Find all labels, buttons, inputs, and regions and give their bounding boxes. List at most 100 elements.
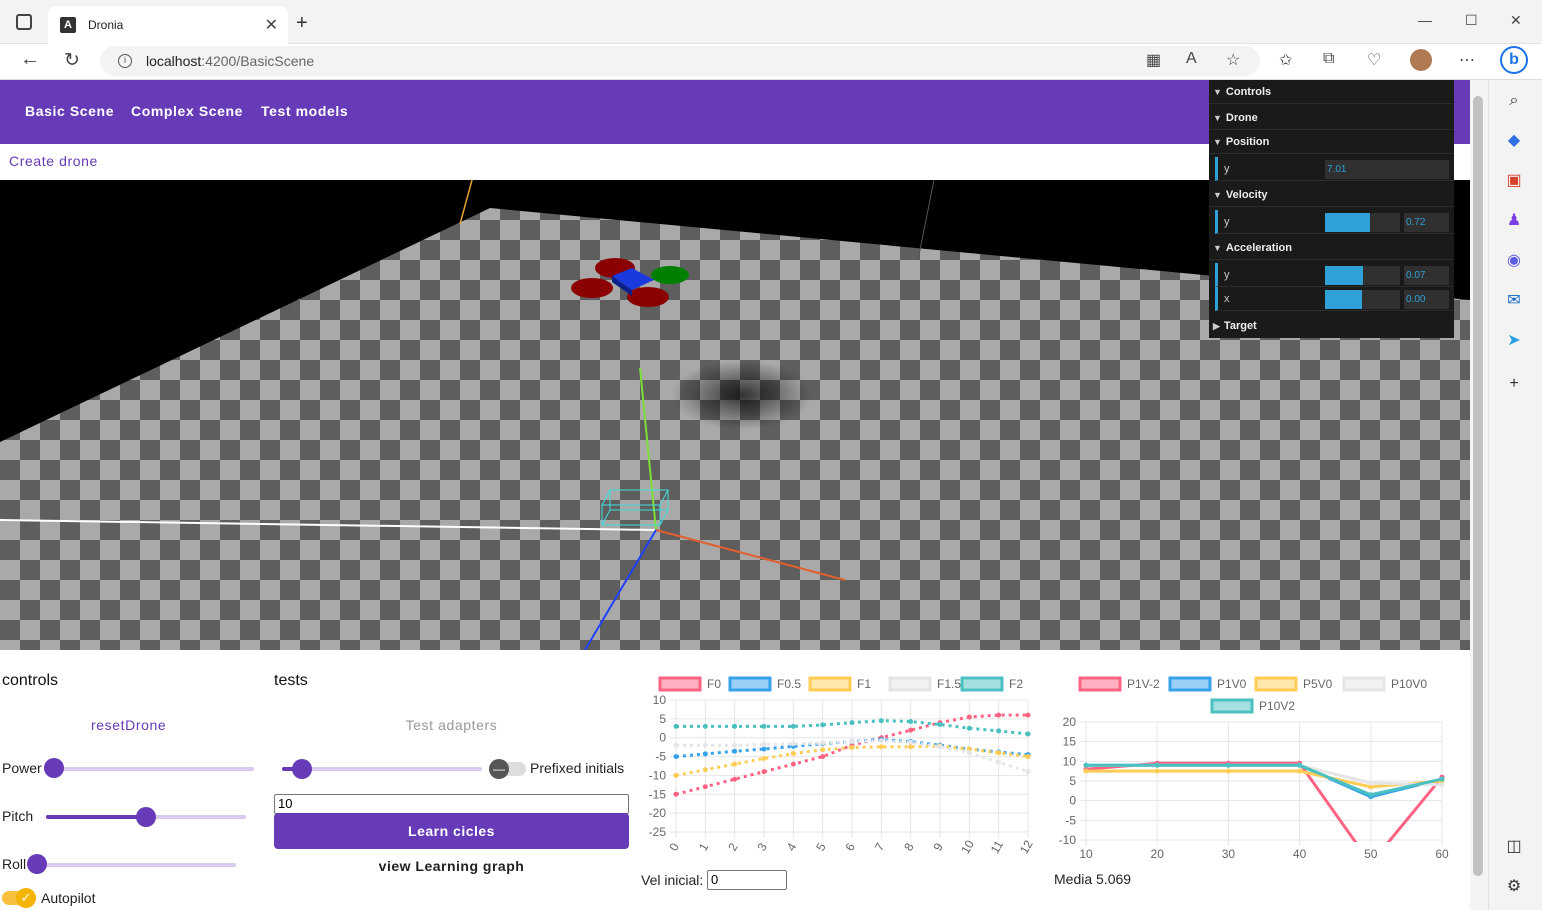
close-tab-icon[interactable]: ✕: [265, 15, 278, 35]
chevron-down-icon: ▼: [1213, 112, 1222, 123]
gui-acc-x-slider[interactable]: [1325, 290, 1400, 309]
tests-slider[interactable]: [282, 767, 482, 771]
series-line: [1085, 761, 1444, 842]
data-point: [761, 769, 767, 775]
x-tick-label: 30: [1222, 847, 1236, 861]
gui-drone-folder[interactable]: ▼ Drone: [1209, 106, 1454, 130]
shopping-icon[interactable]: ◆: [1503, 130, 1525, 152]
close-window-icon[interactable]: ✕: [1510, 12, 1522, 29]
minimize-icon[interactable]: —: [1418, 12, 1432, 28]
tools-icon[interactable]: ▣: [1503, 170, 1525, 192]
favorites-icon[interactable]: ✩: [1279, 50, 1292, 70]
performance-icon[interactable]: ♡: [1367, 50, 1381, 70]
profile-avatar[interactable]: [1410, 49, 1432, 71]
outlook-icon[interactable]: ✉: [1503, 290, 1525, 312]
roll-slider[interactable]: [30, 863, 236, 867]
gui-velocity-folder[interactable]: ▼ Velocity: [1209, 183, 1454, 207]
checkmark-icon[interactable]: ✓: [16, 888, 36, 908]
nav-basic-scene[interactable]: Basic Scene: [25, 103, 114, 119]
create-drone-link[interactable]: Create drone: [9, 153, 98, 169]
data-point: [1025, 731, 1031, 737]
tab-actions-icon[interactable]: [16, 14, 32, 30]
gui-velocity-y-value[interactable]: 0.72: [1404, 213, 1449, 232]
gui-drone-label: Drone: [1225, 111, 1258, 124]
nav-test-models[interactable]: Test models: [261, 103, 348, 119]
params-chart: P1V-2 P1V0 P5V0 P10V0 P10V2 20 15 10 5 0 -5 -10 10 20…: [1050, 672, 1460, 872]
gui-acc-x-label: x: [1224, 292, 1230, 305]
maximize-icon[interactable]: ☐: [1465, 12, 1478, 29]
legend-label: P1V-2: [1127, 677, 1160, 691]
microsoft365-icon[interactable]: ◉: [1503, 250, 1525, 272]
favorite-star-icon[interactable]: ☆: [1226, 50, 1240, 70]
x-tick-label: 40: [1293, 847, 1307, 861]
reset-drone-button[interactable]: resetDrone: [91, 717, 166, 733]
data-point: [1025, 769, 1031, 775]
x-tick-label: 10: [958, 837, 977, 856]
y-tick-label: -25: [649, 825, 667, 839]
legend-swatch: [960, 676, 1004, 692]
data-point: [732, 748, 738, 754]
x-tick-label: 2: [725, 840, 741, 853]
legend-swatch: [1210, 698, 1254, 714]
dat-gui-panel: ▼ Controls ▼ Drone ▼ Position y 7.01 ▼ Veloc…: [1209, 80, 1454, 338]
collections-icon[interactable]: ⧉: [1323, 50, 1334, 68]
cycles-input[interactable]: 10: [274, 794, 629, 814]
gui-target-folder[interactable]: ▶ Target: [1209, 314, 1454, 338]
data-point: [996, 750, 1002, 756]
y-tick-label: -10: [1059, 833, 1077, 847]
settings-gear-icon[interactable]: ⚙: [1503, 876, 1525, 898]
gui-acceleration-folder[interactable]: ▼ Acceleration: [1209, 236, 1454, 260]
view-learning-graph-button[interactable]: view Learning graph: [274, 858, 629, 874]
address-bar[interactable]: i localhost:4200/BasicScene: [100, 46, 1260, 76]
gui-velocity-y-slider[interactable]: [1325, 213, 1400, 232]
data-point: [761, 755, 767, 761]
data-point: [1368, 780, 1374, 786]
gui-acc-y-slider[interactable]: [1325, 266, 1400, 285]
power-slider-thumb[interactable]: [44, 758, 64, 778]
games-icon[interactable]: ♟: [1503, 210, 1525, 232]
refresh-icon[interactable]: ↻: [64, 49, 80, 72]
minus-icon[interactable]: —: [489, 759, 509, 779]
more-options-icon[interactable]: ⋯: [1459, 50, 1475, 70]
data-point: [790, 741, 796, 747]
read-aloud-icon[interactable]: A: [1186, 50, 1197, 68]
search-icon[interactable]: ⌕: [1503, 90, 1525, 112]
data-point: [1439, 776, 1445, 782]
gui-acc-x-value[interactable]: 0.00: [1404, 290, 1449, 309]
prefixed-initials-label: Prefixed initials: [530, 760, 625, 776]
test-adapters-button[interactable]: Test adapters: [274, 717, 629, 733]
apps-icon[interactable]: ▦: [1146, 50, 1161, 70]
back-icon[interactable]: ←: [20, 48, 40, 71]
x-tick-label: 1: [696, 840, 712, 853]
learn-cycles-button[interactable]: Learn cicles: [274, 813, 629, 849]
x-tick-label: 9: [931, 840, 947, 853]
roll-slider-thumb[interactable]: [27, 854, 47, 874]
telegram-icon[interactable]: ➤: [1503, 330, 1525, 352]
gui-acc-y-value[interactable]: 0.07: [1404, 266, 1449, 285]
tests-slider-thumb[interactable]: [292, 759, 312, 779]
power-slider[interactable]: [44, 767, 254, 771]
chevron-down-icon: ▼: [1213, 86, 1222, 97]
legend-label: P5V0: [1303, 677, 1333, 691]
browser-tab[interactable]: A Dronia ✕: [48, 6, 288, 44]
data-point: [878, 738, 884, 744]
pitch-slider-thumb[interactable]: [136, 807, 156, 827]
site-info-icon[interactable]: i: [118, 54, 132, 68]
scrollbar-thumb[interactable]: [1473, 96, 1483, 876]
nav-complex-scene[interactable]: Complex Scene: [131, 103, 243, 119]
pitch-label: Pitch: [2, 808, 34, 824]
y-tick-label: 5: [659, 712, 666, 726]
vel-inicial-input[interactable]: 0: [707, 870, 787, 890]
new-tab-icon[interactable]: +: [296, 12, 308, 35]
gui-position-y-value[interactable]: 7.01: [1325, 160, 1449, 179]
gui-controls-folder[interactable]: ▼ Controls: [1209, 80, 1454, 104]
gui-position-folder[interactable]: ▼ Position: [1209, 130, 1454, 154]
data-point: [1083, 762, 1089, 768]
data-point: [966, 714, 972, 720]
add-sidebar-app-icon[interactable]: +: [1503, 373, 1525, 395]
legend-label: P10V0: [1391, 677, 1427, 691]
sidebar-toggle-icon[interactable]: ◫: [1503, 836, 1525, 858]
gui-acc-y-label: y: [1224, 268, 1230, 281]
data-point: [702, 784, 708, 790]
bing-chat-icon[interactable]: b: [1500, 46, 1528, 74]
